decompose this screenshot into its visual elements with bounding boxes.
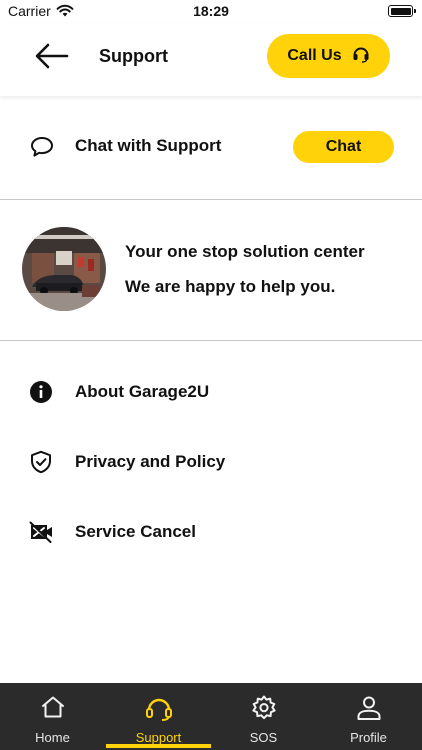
nav-item-profile[interactable]: Profile [316, 683, 421, 750]
nav-label: Home [35, 730, 70, 745]
video-off-icon [29, 520, 53, 544]
gear-icon [211, 695, 316, 721]
info-banner: Your one stop solution center We are hap… [0, 200, 422, 341]
chat-support-row: Chat with Support Chat [0, 96, 422, 200]
call-us-button[interactable]: Call Us [267, 34, 390, 78]
menu-item-privacy[interactable]: Privacy and Policy [0, 432, 422, 492]
menu-item-label: About Garage2U [75, 382, 210, 401]
chat-button[interactable]: Chat [293, 131, 394, 163]
banner-subline: We are happy to help you. [125, 277, 336, 296]
clock: 18:29 [193, 3, 229, 19]
nav-label: Profile [350, 730, 387, 745]
nav-label: SOS [249, 730, 278, 745]
chat-bubble-icon [30, 136, 54, 163]
menu-item-label: Service Cancel [75, 522, 196, 541]
user-icon [316, 695, 421, 721]
nav-item-home[interactable]: Home [0, 683, 105, 750]
arrow-left-icon [35, 43, 69, 69]
menu-item-service-cancel[interactable]: Service Cancel [0, 502, 422, 562]
bottom-nav: Home Support SOS Profile [0, 683, 422, 750]
menu-item-about[interactable]: About Garage2U [0, 362, 422, 422]
active-tab-indicator [106, 744, 211, 748]
home-icon [0, 695, 105, 719]
banner-headline: Your one stop solution center [125, 242, 365, 261]
nav-item-support[interactable]: Support [106, 683, 211, 750]
shield-check-icon [29, 450, 53, 474]
info-icon [29, 380, 53, 404]
page-title: Support [99, 46, 168, 66]
nav-item-sos[interactable]: SOS [211, 683, 316, 750]
menu-item-label: Privacy and Policy [75, 452, 226, 471]
nav-label: Support [135, 730, 182, 745]
app-header: Support Call Us [0, 24, 422, 96]
headset-icon [106, 695, 211, 721]
call-us-label: Call Us [287, 47, 342, 64]
chat-support-label: Chat with Support [75, 136, 222, 155]
battery-icon [388, 5, 416, 17]
status-bar: Carrier 18:29 [0, 0, 422, 24]
garage-photo [22, 227, 106, 311]
headset-icon [352, 45, 370, 68]
back-button[interactable] [34, 42, 70, 70]
